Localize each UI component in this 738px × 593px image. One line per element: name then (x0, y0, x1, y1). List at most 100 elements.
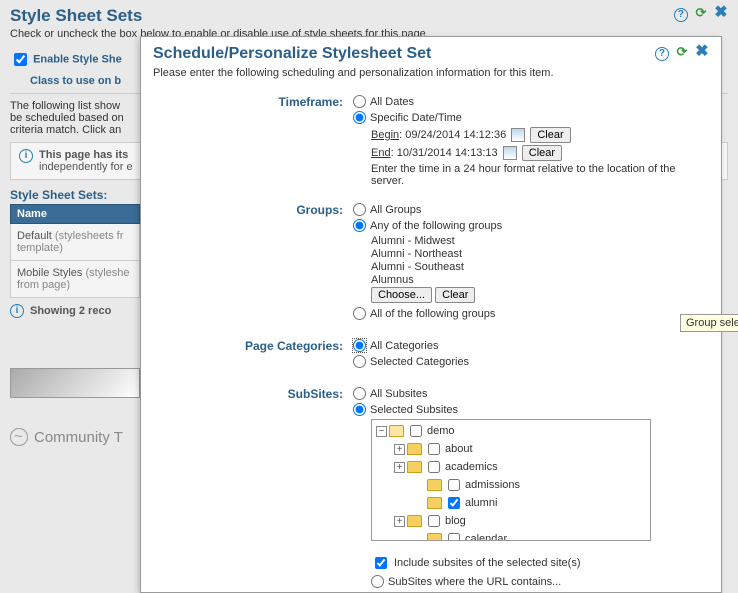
categories-label: Page Categories: (153, 339, 353, 371)
folder-icon (407, 515, 422, 527)
end-clear-button[interactable]: Clear (522, 145, 562, 161)
modal-description: Please enter the following scheduling an… (153, 67, 709, 79)
subsites-url-radio[interactable] (371, 575, 384, 588)
page-header-icons: ? ⟳ ✖ (671, 6, 728, 22)
tree-node[interactable]: admissions (376, 476, 646, 494)
group-item: Alumni - Midwest (371, 235, 709, 247)
column-name: Name (11, 205, 140, 224)
tree-node[interactable]: alumni (376, 494, 646, 512)
tree-node[interactable]: + blog (376, 512, 646, 530)
folder-icon (427, 533, 442, 541)
folder-icon (389, 425, 404, 437)
refresh-icon[interactable]: ⟳ (675, 45, 689, 59)
table-row[interactable]: Mobile Styles (styleshe from page) (11, 261, 140, 298)
tree-node[interactable]: − demo (376, 422, 646, 440)
group-item: Alumni - Southeast (371, 261, 709, 273)
info-line1: This page has its (39, 149, 128, 161)
tree-node[interactable]: + academics (376, 458, 646, 476)
timeframe-label: Timeframe: (153, 95, 353, 187)
groups-label: Groups: (153, 203, 353, 323)
expand-icon[interactable]: + (394, 516, 405, 527)
folder-icon (407, 443, 422, 455)
choose-groups-button[interactable]: Choose... (371, 287, 432, 303)
enable-stylesheets-checkbox[interactable] (14, 53, 27, 66)
timeframe-specific-label: Specific Date/Time (370, 112, 462, 124)
modal-header-icons: ? ⟳ ✖ (652, 45, 709, 61)
groups-allof-label: All of the following groups (370, 308, 495, 320)
info-icon: i (19, 149, 33, 163)
tree-node[interactable]: calendar (376, 530, 646, 541)
tree-node[interactable]: + about (376, 440, 646, 458)
refresh-icon[interactable]: ⟳ (694, 6, 708, 20)
subsites-all-radio[interactable] (353, 387, 366, 400)
speech-bubble-icon (10, 428, 28, 446)
tree-checkbox[interactable] (428, 443, 440, 455)
subsites-selected-radio[interactable] (353, 403, 366, 416)
tree-checkbox[interactable] (448, 497, 460, 509)
calendar-icon[interactable] (511, 128, 525, 142)
begin-value: 09/24/2014 14:12:36 (405, 129, 506, 141)
stylesheet-sets-table: Name Default (stylesheets fr template) M… (10, 204, 140, 298)
folder-icon (407, 461, 422, 473)
tree-checkbox[interactable] (428, 515, 440, 527)
close-icon[interactable]: ✖ (714, 6, 728, 20)
folder-icon (427, 479, 442, 491)
tree-checkbox[interactable] (448, 479, 460, 491)
clear-groups-button[interactable]: Clear (435, 287, 475, 303)
categories-selected-label: Selected Categories (370, 356, 469, 368)
begin-clear-button[interactable]: Clear (530, 127, 570, 143)
folder-icon (427, 497, 442, 509)
tree-checkbox[interactable] (428, 461, 440, 473)
close-icon[interactable]: ✖ (695, 45, 709, 59)
row-name: Default (17, 230, 52, 242)
thumbnail-image (10, 368, 140, 398)
subsites-label: SubSites: (153, 387, 353, 591)
groups-all-label: All Groups (370, 204, 421, 216)
groups-allof-radio[interactable] (353, 307, 366, 320)
categories-selected-radio[interactable] (353, 355, 366, 368)
tree-label: about (445, 443, 473, 455)
expand-icon[interactable]: − (376, 426, 387, 437)
group-select-tooltip: Group select (680, 314, 738, 332)
expand-icon[interactable]: + (394, 462, 405, 473)
showing-text: Showing 2 reco (30, 305, 111, 317)
page-title: Style Sheet Sets (10, 6, 728, 26)
categories-all-label: All Categories (370, 340, 438, 352)
subsites-all-label: All Subsites (370, 388, 427, 400)
tree-label: alumni (465, 497, 497, 509)
info-icon: i (10, 304, 24, 318)
tree-checkbox[interactable] (448, 533, 460, 541)
enable-stylesheets-label: Enable Style She (33, 53, 122, 65)
timeframe-all-radio[interactable] (353, 95, 366, 108)
table-row[interactable]: Default (stylesheets fr template) (11, 224, 140, 261)
help-icon[interactable]: ? (655, 47, 669, 61)
tree-label: demo (427, 425, 455, 437)
modal-title: Schedule/Personalize Stylesheet Set (153, 45, 709, 63)
subsites-tree[interactable]: − demo + about + academics admissions alumni + bl… (371, 419, 651, 541)
help-icon[interactable]: ? (674, 8, 688, 22)
schedule-personalize-modal: ? ⟳ ✖ Schedule/Personalize Stylesheet Se… (140, 36, 722, 593)
groups-all-radio[interactable] (353, 203, 366, 216)
categories-all-radio[interactable] (353, 339, 366, 352)
subsites-url-label: SubSites where the URL contains... (388, 576, 561, 588)
timeframe-all-label: All Dates (370, 96, 414, 108)
begin-label: Begin (371, 129, 399, 141)
include-subsites-label: Include subsites of the selected site(s) (394, 557, 580, 569)
groups-any-radio[interactable] (353, 219, 366, 232)
tree-checkbox[interactable] (410, 425, 422, 437)
info-line2: independently for e (39, 161, 133, 173)
subsites-selected-label: Selected Subsites (370, 404, 458, 416)
expand-icon[interactable]: + (394, 444, 405, 455)
timeframe-specific-radio[interactable] (353, 111, 366, 124)
calendar-icon[interactable] (503, 146, 517, 160)
tree-label: blog (445, 515, 466, 527)
community-label: Community T (34, 429, 123, 446)
tree-label: admissions (465, 479, 520, 491)
group-item: Alumni - Northeast (371, 248, 709, 260)
include-subsites-checkbox[interactable] (375, 557, 387, 569)
groups-list: Alumni - Midwest Alumni - Northeast Alum… (371, 235, 709, 303)
group-item: Alumnus (371, 274, 709, 286)
timeframe-hint: Enter the time in a 24 hour format relat… (371, 163, 709, 187)
tree-label: academics (445, 461, 498, 473)
groups-any-label: Any of the following groups (370, 220, 502, 232)
